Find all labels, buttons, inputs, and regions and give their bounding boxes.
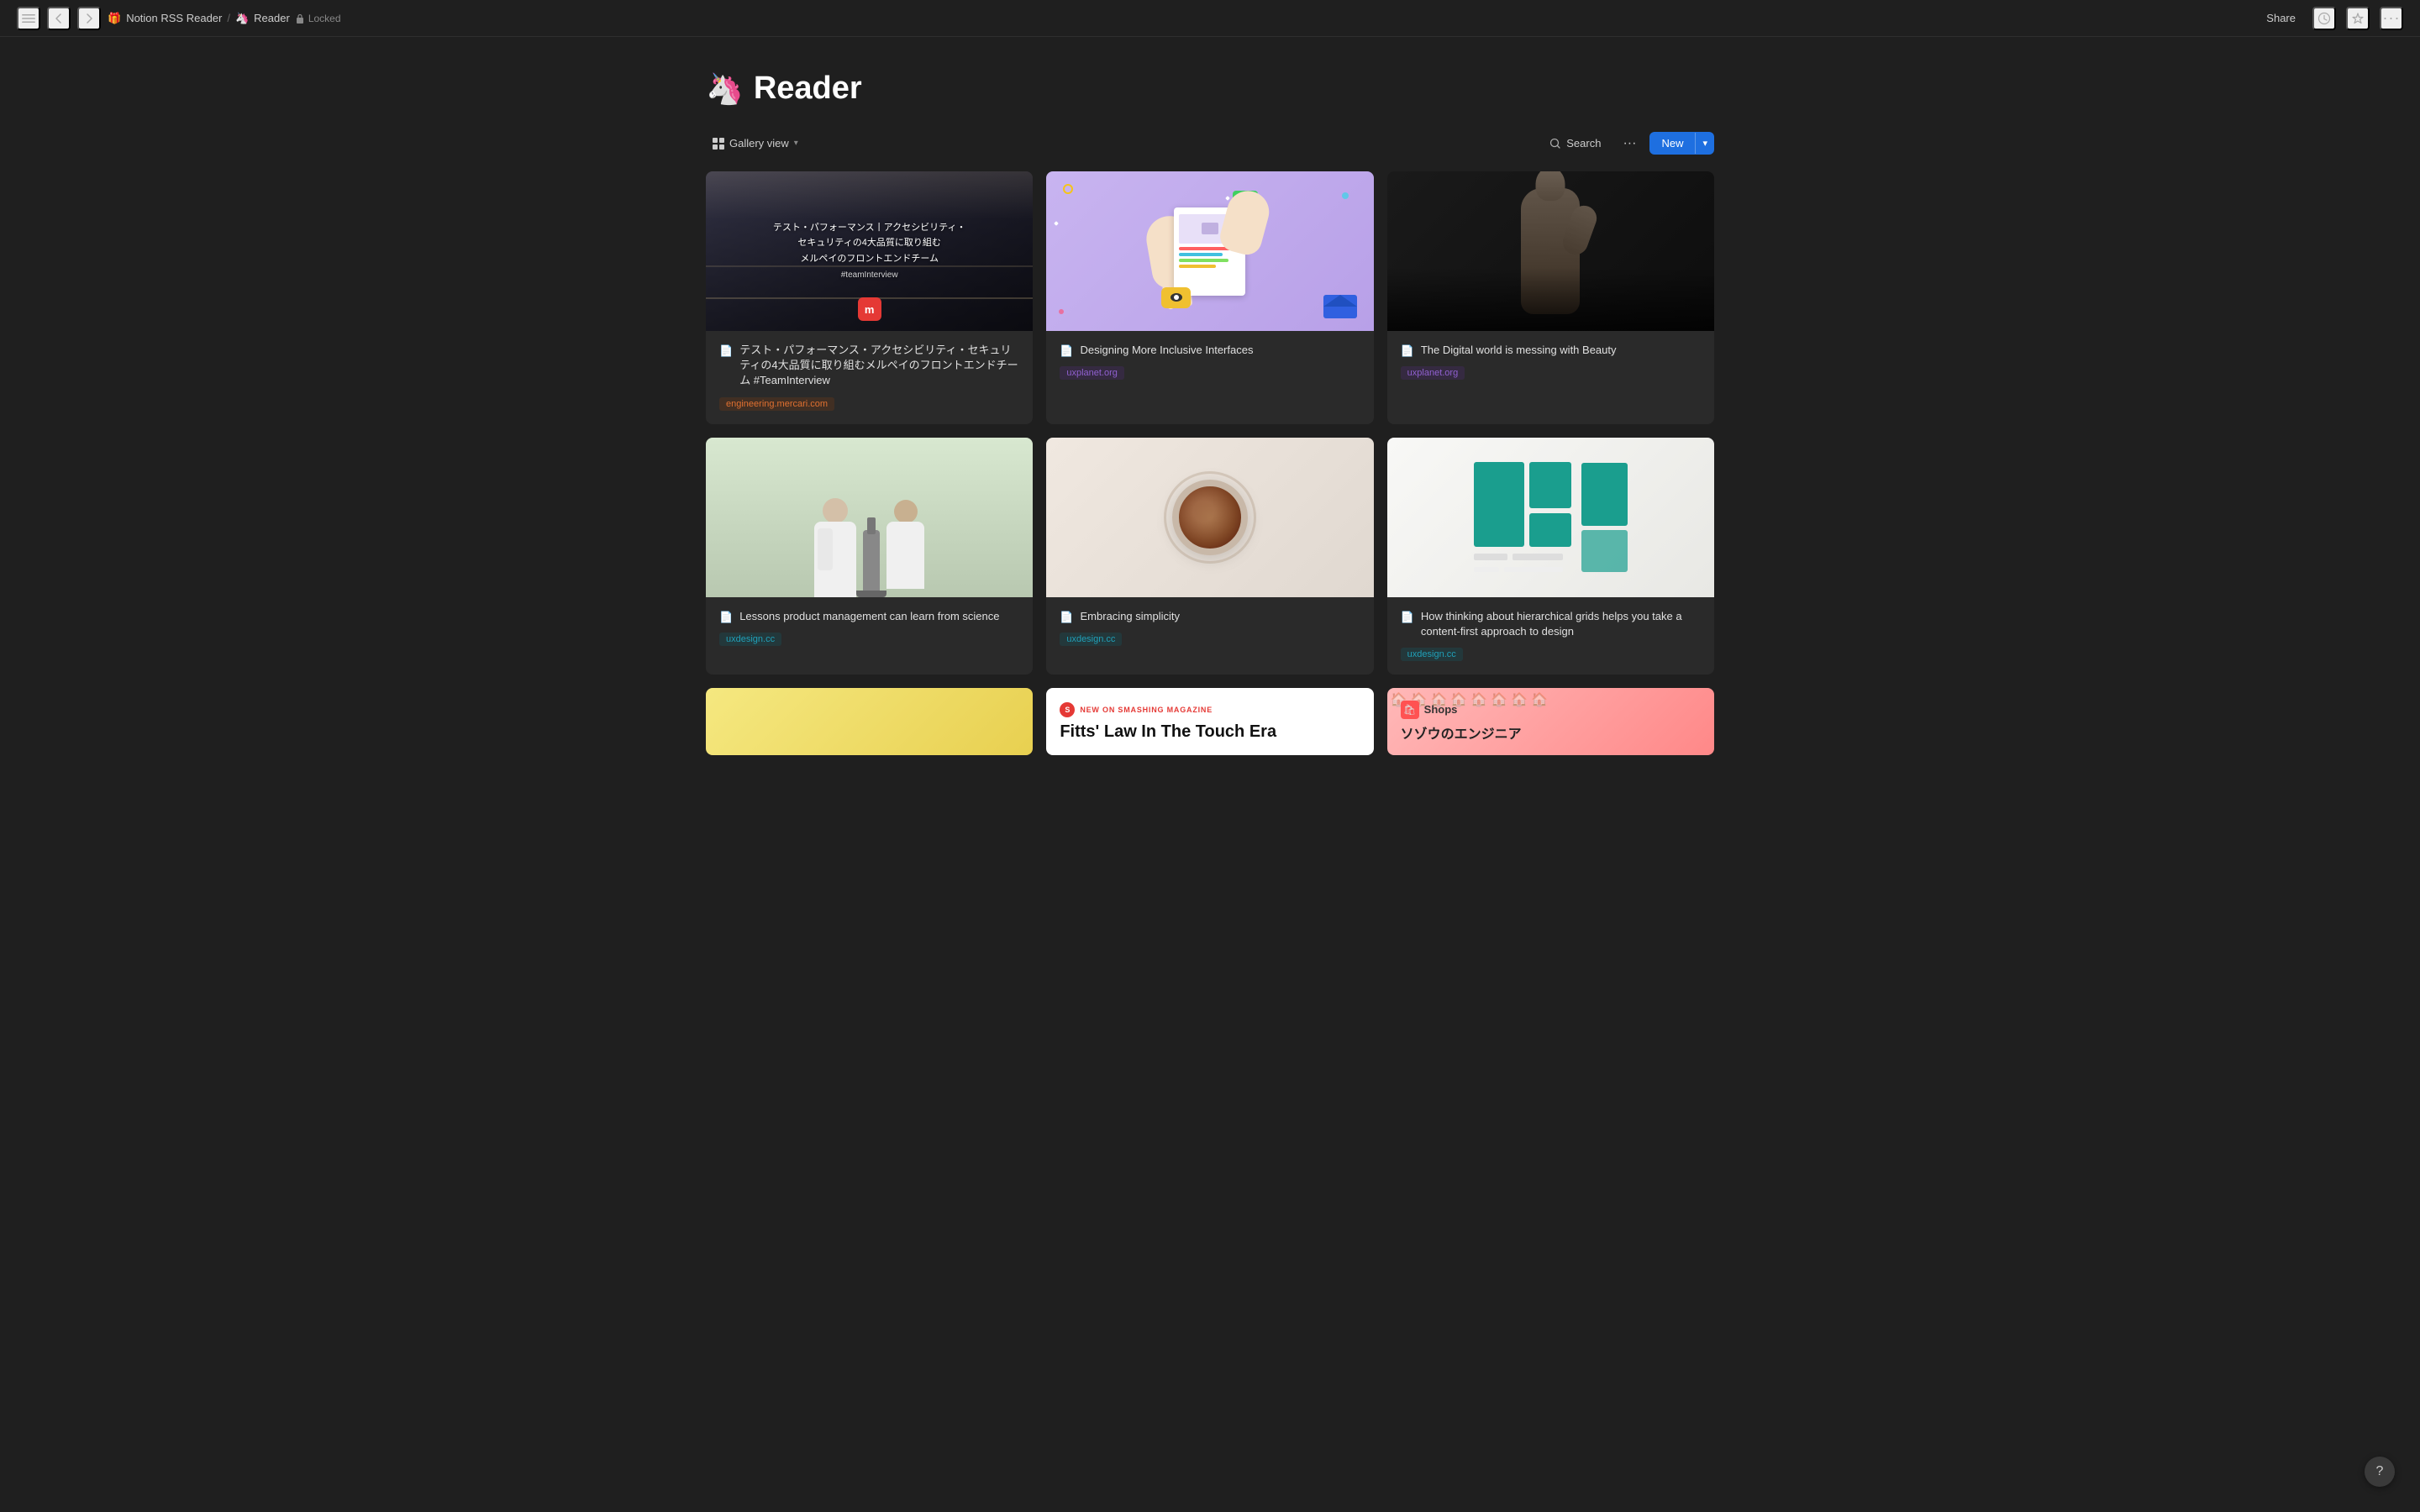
card-5-body: 📄 Embracing simplicity uxdesign.cc <box>1046 597 1373 659</box>
help-button[interactable]: ? <box>2365 1457 2395 1487</box>
card-4-image <box>706 438 1033 597</box>
toolbar: Gallery view ▾ Search ··· New ▾ <box>706 132 1714 155</box>
card-2-title-row: 📄 Designing More Inclusive Interfaces <box>1060 343 1360 358</box>
breadcrumb-current[interactable]: Reader <box>254 12 290 24</box>
card-6-image <box>1387 438 1714 597</box>
card-8-image: S New on Smashing Magazine Fitts' Law In… <box>1046 688 1373 755</box>
card-1-tag[interactable]: engineering.mercari.com <box>719 397 834 411</box>
card-2[interactable]: 🧩 📄 Designing More Inclusive Interfac <box>1046 171 1373 424</box>
search-button[interactable]: Search <box>1541 134 1609 153</box>
menu-button[interactable] <box>17 7 40 30</box>
doc-icon-3: 📄 <box>1401 344 1414 358</box>
card-3[interactable]: 📄 The Digital world is messing with Beau… <box>1387 171 1714 424</box>
card-6[interactable]: 📄 How thinking about hierarchical grids … <box>1387 438 1714 675</box>
gallery-view-button[interactable]: Gallery view ▾ <box>706 134 805 153</box>
share-button[interactable]: Share <box>2260 8 2302 28</box>
doc-icon: 📄 <box>719 344 733 358</box>
card-4-tag[interactable]: uxdesign.cc <box>719 633 781 646</box>
card-6-tag[interactable]: uxdesign.cc <box>1401 648 1463 661</box>
card-9-image: 🏠🏠🏠🏠 🏠🏠🏠🏠 🛍 Shops ソゾウのエンジニア <box>1387 688 1714 755</box>
card-2-body: 📄 Designing More Inclusive Interfaces ux… <box>1046 331 1373 393</box>
card-5-title: Embracing simplicity <box>1081 609 1180 624</box>
doc-icon-2: 📄 <box>1060 344 1073 358</box>
topbar-right: Share ··· <box>2260 7 2403 30</box>
card-3-tag[interactable]: uxplanet.org <box>1401 366 1465 380</box>
search-icon <box>1549 138 1561 150</box>
topbar: 🎁 Notion RSS Reader / 🦄 Reader Locked Sh… <box>0 0 2420 37</box>
card-3-title-row: 📄 The Digital world is messing with Beau… <box>1401 343 1701 358</box>
card-3-image <box>1387 171 1714 331</box>
doc-icon-5: 📄 <box>1060 611 1073 624</box>
new-button[interactable]: New ▾ <box>1649 132 1714 155</box>
breadcrumb-parent[interactable]: Notion RSS Reader <box>126 12 222 24</box>
card-4-title-row: 📄 Lessons product management can learn f… <box>719 609 1019 624</box>
forward-button[interactable] <box>77 7 101 30</box>
favorite-button[interactable] <box>2346 7 2370 30</box>
card-8[interactable]: S New on Smashing Magazine Fitts' Law In… <box>1046 688 1373 755</box>
card-2-image: 🧩 <box>1046 171 1373 331</box>
toolbar-left: Gallery view ▾ <box>706 134 805 153</box>
gallery-icon <box>713 138 724 150</box>
topbar-left: 🎁 Notion RSS Reader / 🦄 Reader Locked <box>17 7 341 30</box>
breadcrumb-icon: 🎁 <box>108 12 121 25</box>
card-1-body: 📄 テスト・パフォーマンス・アクセシビリティ・セキュリティの4大品質に取り組むメ… <box>706 331 1033 424</box>
page-title: Reader <box>754 71 862 107</box>
doc-icon-6: 📄 <box>1401 611 1414 624</box>
back-button[interactable] <box>47 7 71 30</box>
page-title-area: 🦄 Reader <box>706 71 1714 107</box>
card-1-title: テスト・パフォーマンス・アクセシビリティ・セキュリティの4大品質に取り組むメルペ… <box>739 343 1019 389</box>
card-9[interactable]: 🏠🏠🏠🏠 🏠🏠🏠🏠 🛍 Shops ソゾウのエンジニア <box>1387 688 1714 755</box>
card-4[interactable]: 📄 Lessons product management can learn f… <box>706 438 1033 675</box>
chevron-down-icon: ▾ <box>794 139 798 148</box>
card-7-image <box>706 688 1033 755</box>
toolbar-right: Search ··· New ▾ <box>1541 132 1714 155</box>
card-4-body: 📄 Lessons product management can learn f… <box>706 597 1033 659</box>
card-2-title: Designing More Inclusive Interfaces <box>1081 343 1254 358</box>
card-5-tag[interactable]: uxdesign.cc <box>1060 633 1122 646</box>
card-3-title: The Digital world is messing with Beauty <box>1421 343 1617 358</box>
doc-icon-4: 📄 <box>719 611 733 624</box>
card-1-image: テスト・パフォーマンス丨アクセシビリティ・セキュリティの4大品質に取り組むメルペ… <box>706 171 1033 331</box>
card-5[interactable]: 📄 Embracing simplicity uxdesign.cc <box>1046 438 1373 675</box>
history-button[interactable] <box>2312 7 2336 30</box>
new-button-chevron[interactable]: ▾ <box>1695 133 1714 154</box>
card-6-body: 📄 How thinking about hierarchical grids … <box>1387 597 1714 675</box>
card-5-title-row: 📄 Embracing simplicity <box>1060 609 1360 624</box>
card-4-title: Lessons product management can learn fro… <box>739 609 999 624</box>
card-6-title: How thinking about hierarchical grids he… <box>1421 609 1701 639</box>
gallery-grid: テスト・パフォーマンス丨アクセシビリティ・セキュリティの4大品質に取り組むメルペ… <box>706 171 1714 755</box>
toolbar-more-button[interactable]: ··· <box>1618 133 1641 155</box>
page-content: 🦄 Reader Gallery view ▾ Search ··· <box>664 37 1756 806</box>
page-title-icon: 🦄 <box>706 71 744 107</box>
card-2-tag[interactable]: uxplanet.org <box>1060 366 1124 380</box>
new-button-label: New <box>1649 132 1695 155</box>
card-1[interactable]: テスト・パフォーマンス丨アクセシビリティ・セキュリティの4大品質に取り組むメルペ… <box>706 171 1033 424</box>
lock-status: Locked <box>295 13 341 24</box>
card-3-body: 📄 The Digital world is messing with Beau… <box>1387 331 1714 393</box>
card-1-title-row: 📄 テスト・パフォーマンス・アクセシビリティ・セキュリティの4大品質に取り組むメ… <box>719 343 1019 389</box>
card-7[interactable] <box>706 688 1033 755</box>
gallery-view-label: Gallery view <box>729 137 789 150</box>
more-options-button[interactable]: ··· <box>2380 7 2403 30</box>
breadcrumb-icon-2: 🦄 <box>235 12 249 25</box>
search-label: Search <box>1566 137 1601 150</box>
breadcrumb-separator: / <box>227 12 230 24</box>
card-5-image <box>1046 438 1373 597</box>
card-6-title-row: 📄 How thinking about hierarchical grids … <box>1401 609 1701 639</box>
breadcrumb: 🎁 Notion RSS Reader / 🦄 Reader Locked <box>108 12 341 25</box>
